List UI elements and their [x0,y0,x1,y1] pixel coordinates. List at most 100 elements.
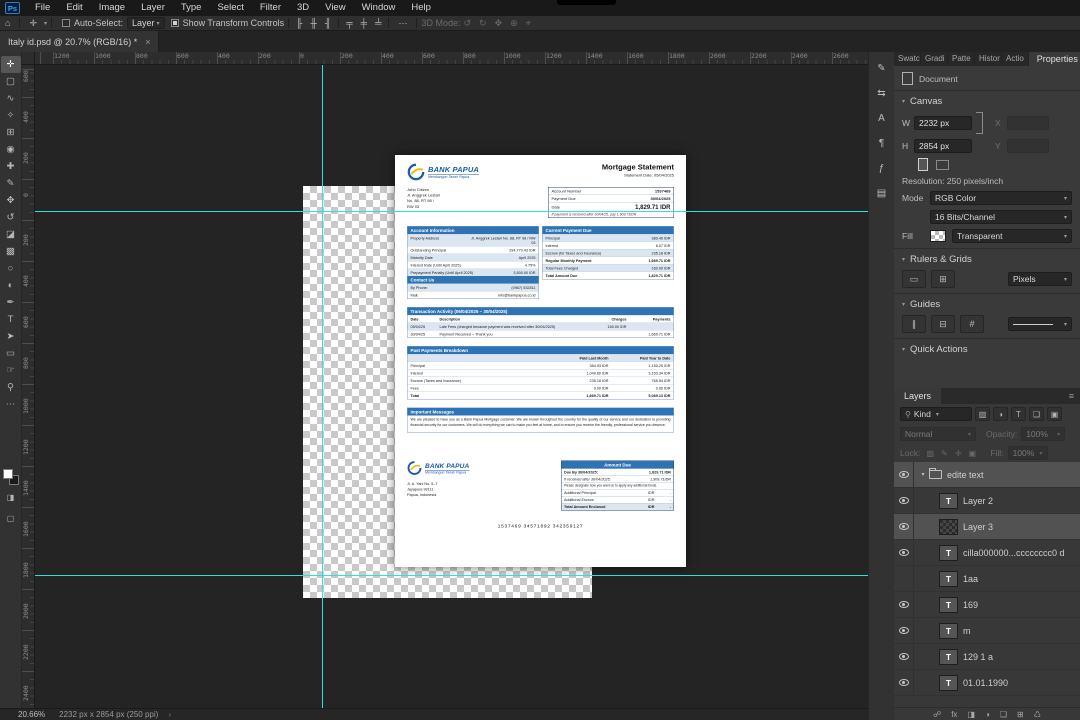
layer-filter-icon[interactable]: T [1011,407,1026,421]
guide-icon[interactable]: ⊟ [931,315,955,333]
tool-button[interactable]: ⚲ [1,379,21,396]
layer-visibility-toggle[interactable] [894,488,914,513]
layer-row[interactable]: T 01.01.1990 [894,670,1080,696]
menu-item[interactable]: Edit [58,0,90,16]
tool-button[interactable]: ◉ [1,141,21,158]
canvas-section-header[interactable]: ▾ Canvas [902,96,1072,107]
tool-button[interactable]: ▢ [1,73,21,90]
ruler-grid-icon[interactable]: ▭ [902,270,926,288]
lock-icon[interactable]: ✛ [952,447,964,459]
layer-name[interactable]: edite text [947,470,1080,480]
tool-button[interactable]: ✧ [1,107,21,124]
panel-tab[interactable]: Patte [948,52,975,66]
quick-actions-section-header[interactable]: ▾ Quick Actions [902,344,1072,355]
layer-thumbnail[interactable]: T [939,674,958,691]
mode-icon[interactable]: ✥ [492,18,506,29]
layer-filter-icon[interactable]: ▨ [975,407,990,421]
layer-name[interactable]: m [963,626,1080,636]
foreground-color-swatch[interactable] [2,469,13,479]
screen-mode-icon[interactable]: ▢ [1,510,21,527]
tool-button[interactable]: ⋯ [1,396,21,413]
layer-visibility-toggle[interactable] [894,644,914,669]
landscape-orientation-icon[interactable] [936,159,949,170]
ruler-origin-corner[interactable] [22,52,35,65]
layer-row[interactable]: T 169 [894,592,1080,618]
layer-thumbnail[interactable] [939,518,958,535]
tool-button[interactable]: ✒ [1,294,21,311]
mode-icon[interactable]: ⌖ [523,18,534,29]
layer-thumbnail[interactable]: T [939,570,958,587]
collapsed-panel-icon[interactable]: ƒ [873,160,891,176]
tool-button[interactable]: ⊞ [1,124,21,141]
layers-action-icon[interactable]: ♺ [1034,710,1041,719]
zoom-level-field[interactable]: 20.66% [18,710,45,719]
home-icon[interactable]: ⌂ [0,18,15,28]
align-icon[interactable]: ╫ [308,18,320,28]
layer-row[interactable]: edite text [894,462,1080,488]
align-icon[interactable]: ╟ [293,18,305,28]
distribute-icon[interactable]: ╤ [343,18,355,28]
close-icon[interactable]: × [145,37,150,47]
blend-mode-select[interactable]: Normal ▾ [900,427,976,441]
collapsed-panel-icon[interactable]: ✎ [873,60,891,76]
layer-row[interactable]: Layer 3 [894,514,1080,540]
guide-icon[interactable]: ∥ [902,315,926,333]
fill-opacity-select[interactable]: 100% ▾ [1007,446,1048,460]
layer-thumbnail[interactable]: T [939,596,958,613]
tool-button[interactable]: ∿ [1,90,21,107]
layer-name[interactable]: 01.01.1990 [963,678,1080,688]
move-tool-preset-icon[interactable]: ✛ [24,18,42,29]
menu-item[interactable]: Type [173,0,210,16]
tool-button[interactable]: ↺ [1,209,21,226]
quick-mask-icon[interactable]: ◨ [1,489,21,506]
guide-icon[interactable]: # [960,315,984,333]
tool-button[interactable]: ✚ [1,158,21,175]
tool-button[interactable]: T [1,311,21,328]
opacity-select[interactable]: 100% ▾ [1021,427,1066,441]
layers-action-icon[interactable]: fx [951,710,957,719]
color-mode-select[interactable]: RGB Color ▾ [930,191,1072,205]
tool-button[interactable]: ▭ [1,345,21,362]
tab-properties[interactable]: Properties [1028,52,1080,66]
vertical-ruler[interactable]: 600 400 200 0 200 400 600 800 1000 1200 1400 1600 18… [22,65,35,708]
layer-row[interactable]: T 1aa [894,566,1080,592]
distribute-icon[interactable]: ╧ [372,18,384,28]
layers-action-icon[interactable]: ⊞ [1017,710,1024,719]
layers-action-icon[interactable]: ❏ [1000,710,1007,719]
layer-filter-icon[interactable]: ❏ [1029,407,1044,421]
fill-select[interactable]: Transparent ▾ [952,229,1072,243]
menu-item[interactable]: Window [354,0,404,16]
layer-visibility-toggle[interactable] [894,540,914,565]
tool-button[interactable]: ✛ [0,56,21,73]
menu-item[interactable]: Layer [133,0,173,16]
guides-section-header[interactable]: ▾ Guides [902,299,1072,310]
layer-row[interactable]: T 129 1 a [894,644,1080,670]
layer-row[interactable]: T cilla000000...cccccccc0 d [894,540,1080,566]
guide-style-select[interactable]: ▾ [1008,317,1072,331]
status-options-icon[interactable]: › [168,710,171,719]
layer-row[interactable]: T m [894,618,1080,644]
tool-button[interactable]: ◪ [1,226,21,243]
layer-visibility-toggle[interactable] [894,592,914,617]
panel-menu-icon[interactable]: ≡ [1063,388,1080,404]
menu-item[interactable]: Filter [252,0,289,16]
layer-visibility-toggle[interactable] [894,566,914,591]
layer-visibility-toggle[interactable] [894,670,914,695]
auto-select-dropdown[interactable]: Layer ▾ [127,17,165,29]
layer-thumbnail[interactable]: T [939,622,958,639]
document-canvas-page[interactable]: BANK PAPUA Membangun Tanah Papua Mortgag… [395,155,686,567]
layers-action-icon[interactable]: ◨ [967,710,975,719]
document-tab[interactable]: Italy id.psd @ 20.7% (RGB/16) * × [0,31,160,52]
layers-action-icon[interactable]: ☍ [933,710,941,719]
distribute-icon[interactable]: ╪ [358,18,370,28]
chevron-down-icon[interactable]: ▾ [44,20,47,27]
x-field[interactable] [1007,116,1049,130]
layer-filter-select[interactable]: ⚲ Kind ▾ [900,407,972,421]
layer-name[interactable]: Layer 2 [963,496,1080,506]
menu-item[interactable]: View [317,0,353,16]
tool-button[interactable]: ◐ [1,277,21,294]
group-chevron-icon[interactable] [918,471,928,478]
y-field[interactable] [1007,139,1049,153]
mode-icon[interactable]: ↻ [476,18,490,29]
tool-button[interactable]: ✎ [1,175,21,192]
